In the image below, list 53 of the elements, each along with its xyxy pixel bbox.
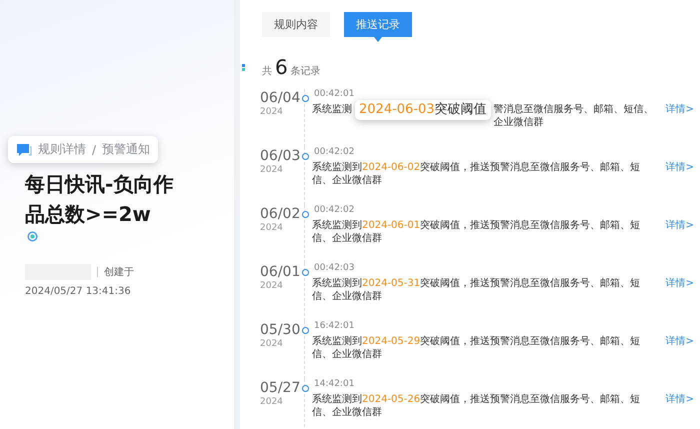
highlight-date: 2024-06-03 (359, 102, 435, 117)
tab[interactable]: 规则内容 (262, 12, 330, 37)
details-link[interactable]: 详情> (666, 277, 694, 290)
record-message: 系统监测到2024-05-29突破阈值，推送预警消息至微信服务号、邮箱、短信、企业微信群 (312, 335, 642, 361)
timeline-dot (302, 153, 308, 160)
timeline-dot (302, 327, 308, 334)
record-count: 6 (275, 55, 288, 79)
count-label: 条记录 (290, 65, 321, 78)
record-time: 16:42:01 (313, 321, 356, 331)
record-year: 2024 (260, 223, 284, 233)
record-date: 06/02 (259, 205, 298, 223)
record-time: 00:42:03 (313, 263, 356, 273)
record-message: 系统监测 (312, 103, 352, 116)
details-link[interactable]: 详情> (666, 335, 694, 348)
record-year: 2024 (260, 339, 284, 349)
record-year: 2024 (260, 165, 284, 175)
timeline-dot (302, 269, 308, 276)
tab[interactable]: 推送记录 (344, 12, 412, 37)
magnified-text: 突破阈值 (434, 102, 487, 117)
record-date: 06/01 (259, 263, 298, 281)
record-time: 00:42:02 (313, 147, 356, 157)
record-message: 警消息至微信服务号、邮箱、短信、企业微信群 (494, 103, 655, 129)
record-date: 06/04 (259, 89, 298, 107)
rule-title: 每日快讯-负向作品总数>=2w (25, 171, 174, 228)
timeline-dot (302, 95, 308, 102)
record-year: 2024 (260, 281, 284, 291)
details-link[interactable]: 详情> (666, 103, 694, 116)
record-time: 00:42:02 (313, 205, 356, 215)
created-label: 创建于 (104, 266, 134, 279)
record-message: 系统监测到2024-05-26突破阈值，推送预警消息至微信服务号、邮箱、短信、企业微信群 (312, 393, 642, 419)
details-link[interactable]: 详情> (666, 219, 694, 232)
breadcrumb-separator: / (92, 142, 96, 156)
record-year: 2024 (260, 107, 284, 117)
record-message: 系统监测到2024-05-31突破阈值，推送预警消息至微信服务号、邮箱、短信、企业微信群 (312, 277, 642, 303)
record-time: 00:42:01 (313, 89, 356, 99)
timeline-dot (302, 211, 308, 218)
breadcrumb-item[interactable]: 预警通知 (102, 141, 150, 158)
breadcrumb-item[interactable]: 规则详情 (38, 141, 86, 158)
record-message: 系统监测到2024-06-01突破阈值，推送预警消息至微信服务号、邮箱、短信、企业微信群 (312, 219, 642, 245)
timeline-dot (302, 385, 308, 392)
record-time: 14:42:01 (313, 379, 356, 389)
chat-bubble-icon (16, 142, 32, 156)
record-date: 05/30 (259, 321, 298, 339)
details-link[interactable]: 详情> (666, 161, 694, 174)
record-date: 06/03 (259, 147, 298, 165)
record-date: 05/27 (259, 379, 298, 397)
record-year: 2024 (260, 397, 284, 407)
marker-icon (242, 64, 245, 70)
tab-pointer-icon (374, 37, 382, 42)
created-time: 2024/05/27 13:41:36 (25, 286, 132, 297)
details-link[interactable]: 详情> (666, 393, 694, 406)
count-label: 共 (262, 64, 272, 78)
record-message: 系统监测到2024-06-02突破阈值，推送预警消息至微信服务号、邮箱、短信、企业微信群 (312, 161, 642, 187)
